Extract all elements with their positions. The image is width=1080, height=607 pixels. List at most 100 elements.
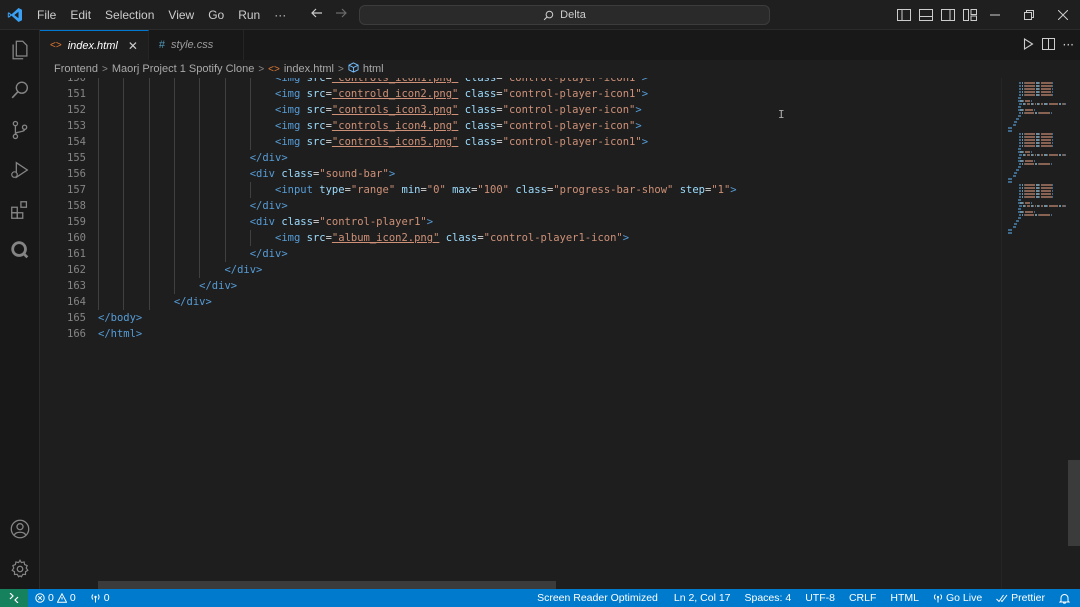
tab-index-html[interactable]: <> index.html ✕	[40, 30, 149, 60]
ports-indicator[interactable]: 0	[83, 589, 117, 607]
code-token: >	[641, 78, 649, 84]
code-line[interactable]: <img src="album_icon2.png" class="contro…	[98, 230, 737, 246]
go-live-button[interactable]: Go Live	[926, 589, 989, 607]
indent-guide	[199, 182, 201, 198]
line-number: 162	[67, 264, 86, 276]
indent-guide	[249, 182, 251, 198]
toggle-primary-sidebar-icon[interactable]	[896, 7, 912, 23]
cursor-position[interactable]: Ln 2, Col 17	[667, 589, 738, 607]
forward-arrow-icon[interactable]	[334, 6, 348, 24]
minimap-token	[1040, 94, 1052, 96]
minimap-token	[1025, 139, 1036, 141]
menu-run[interactable]: Run	[231, 0, 267, 30]
code-line[interactable]: </body>	[98, 310, 737, 326]
tab-style-css[interactable]: # style.css	[148, 30, 245, 60]
line-number: 150	[67, 78, 86, 84]
end-of-line[interactable]: CRLF	[842, 589, 883, 607]
breadcrumb-symbol[interactable]: html	[363, 63, 384, 75]
explorer-icon[interactable]	[0, 30, 40, 70]
code-token: <img	[275, 232, 307, 244]
indent-guide	[249, 230, 251, 246]
minimap-token	[1025, 133, 1036, 135]
indent-guide	[123, 166, 125, 182]
breadcrumb-folder[interactable]: Frontend	[54, 63, 98, 75]
code-line[interactable]: <img src="controld_icon2.png" class="con…	[98, 86, 737, 102]
indentation[interactable]: Spaces: 4	[738, 589, 799, 607]
line-number: 160	[67, 232, 86, 244]
restore-icon[interactable]	[1012, 0, 1046, 30]
menu-more[interactable]: ···	[267, 0, 293, 30]
menu-file[interactable]: File	[30, 0, 63, 30]
minimap-token	[1016, 169, 1019, 171]
minimap-token	[1008, 127, 1012, 129]
indent-guide	[98, 78, 99, 86]
horizontal-scrollbar[interactable]	[98, 581, 556, 589]
toggle-secondary-sidebar-icon[interactable]	[940, 7, 956, 23]
code-lines[interactable]: <img src="controls_icon1.png" class="con…	[98, 78, 737, 342]
prettier-button[interactable]: Prettier	[989, 589, 1052, 607]
code-line[interactable]: <img src="controls_icon1.png" class="con…	[98, 78, 737, 86]
code-line[interactable]: <img src="controls_icon5.png" class="con…	[98, 134, 737, 150]
back-arrow-icon[interactable]	[310, 6, 324, 24]
code-line[interactable]: </div>	[98, 262, 737, 278]
code-line[interactable]: <img src="controls_icon3.png" class="con…	[98, 102, 737, 118]
indentation-space	[98, 78, 275, 84]
minimap[interactable]	[1001, 78, 1080, 589]
source-control-icon[interactable]	[0, 110, 40, 150]
run-debug-icon[interactable]	[0, 150, 40, 190]
code-line[interactable]: </div>	[98, 294, 737, 310]
indent-guide	[173, 166, 175, 182]
notifications-bell-icon[interactable]	[1052, 589, 1080, 607]
menu-view[interactable]: View	[161, 0, 201, 30]
code-line[interactable]: <img src="controls_icon4.png" class="con…	[98, 118, 737, 134]
menu-selection[interactable]: Selection	[98, 0, 161, 30]
code-editor[interactable]: 150 151 152 153 154 155 156 157 158 159 160 161 162 1…	[40, 78, 1001, 589]
run-play-icon[interactable]	[1022, 37, 1034, 53]
close-window-icon[interactable]	[1046, 0, 1080, 30]
more-actions-icon[interactable]: ···	[1063, 38, 1074, 52]
minimap-token	[1025, 136, 1036, 138]
minimap-token	[1050, 214, 1052, 216]
code-line[interactable]: </div>	[98, 278, 737, 294]
indent-guide	[249, 118, 251, 134]
remote-explorer-icon[interactable]	[0, 230, 40, 270]
breadcrumb-file[interactable]: index.html	[284, 63, 334, 75]
problems-indicator[interactable]: 0 0	[28, 589, 83, 607]
extensions-icon[interactable]	[0, 190, 40, 230]
code-line[interactable]: <div class="control-player1">	[98, 214, 737, 230]
indent-guide	[173, 246, 175, 262]
close-tab-icon[interactable]: ✕	[128, 39, 138, 53]
line-number: 154	[67, 136, 86, 148]
language-mode[interactable]: HTML	[883, 589, 926, 607]
line-number: 164	[67, 296, 86, 308]
code-line[interactable]: <input type="range" min="0" max="100" cl…	[98, 182, 737, 198]
screen-reader-mode[interactable]: Screen Reader Optimized	[530, 589, 665, 607]
code-line[interactable]: <div class="sound-bar">	[98, 166, 737, 182]
breadcrumb-folder[interactable]: Maorj Project 1 Spotify Clone	[112, 63, 254, 75]
vertical-scrollbar[interactable]	[1068, 460, 1080, 546]
indent-guide	[98, 134, 99, 150]
minimize-icon[interactable]	[978, 0, 1012, 30]
code-line[interactable]: </div>	[98, 246, 737, 262]
indentation-space	[98, 184, 275, 196]
line-number: 166	[67, 328, 86, 340]
customize-layout-icon[interactable]	[962, 7, 978, 23]
settings-gear-icon[interactable]	[0, 549, 40, 589]
code-line[interactable]: </div>	[98, 198, 737, 214]
minimap-token	[1050, 112, 1052, 114]
code-line[interactable]: </div>	[98, 150, 737, 166]
code-token: "control-player-icon1"	[502, 136, 642, 148]
search-sidebar-icon[interactable]	[0, 70, 40, 110]
code-line[interactable]: </html>	[98, 326, 737, 342]
menu-go[interactable]: Go	[201, 0, 231, 30]
remote-indicator-icon[interactable]	[0, 589, 28, 607]
account-icon[interactable]	[0, 509, 40, 549]
minimap-token	[1052, 94, 1054, 96]
indent-guide	[173, 214, 175, 230]
indent-guide	[148, 214, 150, 230]
split-editor-icon[interactable]	[1041, 37, 1055, 53]
toggle-panel-icon[interactable]	[918, 7, 934, 23]
file-encoding[interactable]: UTF-8	[798, 589, 842, 607]
command-center-search[interactable]: Delta	[359, 5, 770, 25]
menu-edit[interactable]: Edit	[63, 0, 98, 30]
